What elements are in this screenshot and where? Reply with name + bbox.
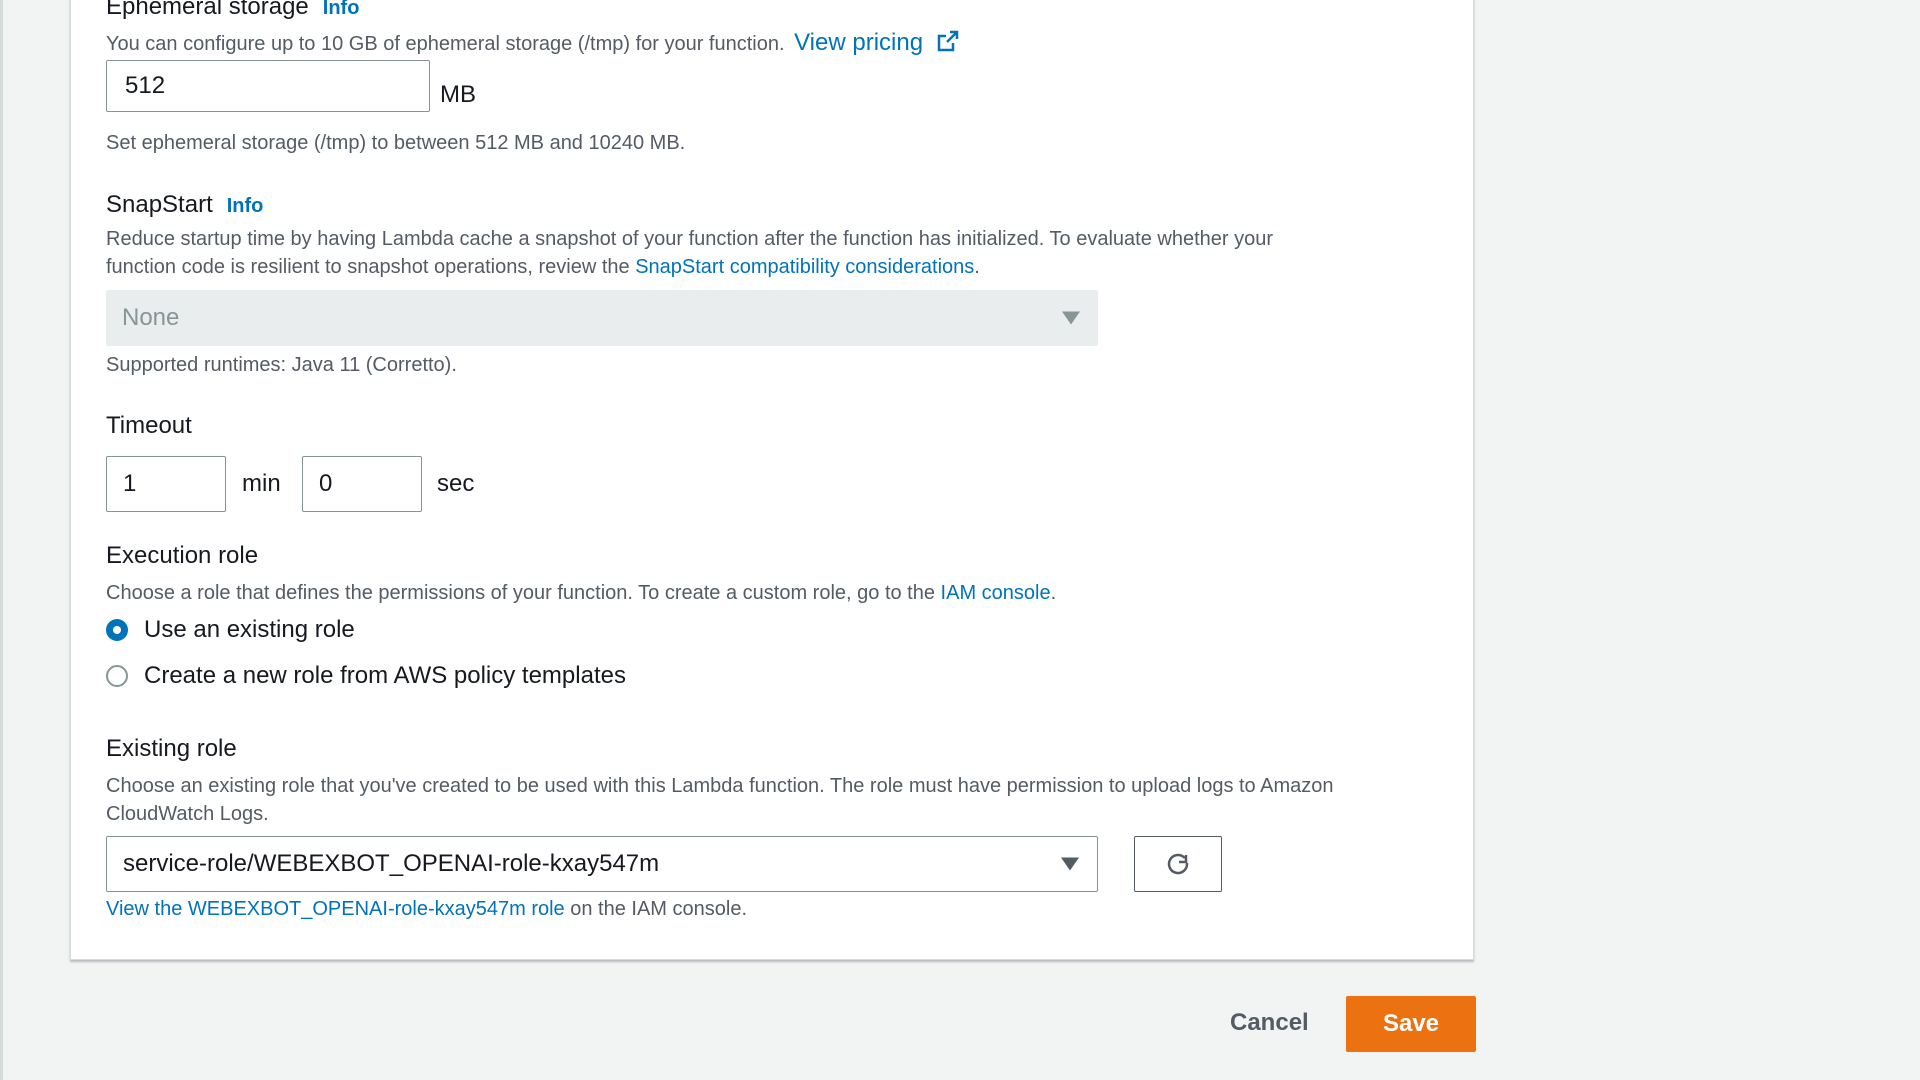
snapstart-heading: SnapStart Info: [106, 191, 263, 219]
execution-role-description: Choose a role that defines the permissio…: [106, 579, 1056, 607]
configuration-panel: Ephemeral storage Info You can configure …: [70, 0, 1474, 960]
snapstart-select[interactable]: None: [106, 290, 1098, 346]
snapstart-label: SnapStart: [106, 191, 213, 218]
view-role-line: View the WEBEXBOT_OPENAI-role-kxay547m r…: [106, 895, 747, 923]
ephemeral-unit: MB: [440, 81, 476, 108]
snapstart-select-value: None: [122, 304, 180, 331]
view-role-suffix: on the IAM console.: [570, 898, 748, 920]
snapstart-desc-suffix: .: [974, 256, 980, 278]
ephemeral-storage-label: Ephemeral storage: [106, 0, 309, 20]
timeout-min-unit: min: [242, 470, 281, 497]
radio-unselected-icon[interactable]: [106, 665, 128, 687]
ephemeral-storage-heading: Ephemeral storage Info: [106, 0, 359, 21]
snapstart-description: Reduce startup time by having Lambda cac…: [106, 225, 1446, 281]
existing-role-description: Choose an existing role that you've crea…: [106, 772, 1466, 828]
view-pricing-link[interactable]: View pricing: [794, 29, 960, 56]
left-border: [0, 0, 3, 1080]
existing-role-desc-line1: Choose an existing role that you've crea…: [106, 775, 1334, 797]
ephemeral-info-link[interactable]: Info: [323, 0, 360, 19]
save-button[interactable]: Save: [1346, 996, 1476, 1052]
ephemeral-storage-description: You can configure up to 10 GB of ephemer…: [106, 29, 960, 58]
view-role-link[interactable]: View the WEBEXBOT_OPENAI-role-kxay547m r…: [106, 898, 565, 920]
snapstart-compatibility-link[interactable]: SnapStart compatibility considerations: [635, 256, 974, 278]
radio-create-new-role-label: Create a new role from AWS policy templa…: [144, 662, 626, 689]
existing-role-select-value: service-role/WEBEXBOT_OPENAI-role-kxay54…: [123, 850, 660, 877]
execution-role-desc-prefix: Choose a role that defines the permissio…: [106, 582, 935, 604]
snapstart-desc-prefix: function code is resilient to snapshot o…: [106, 256, 630, 278]
timeout-sec-input[interactable]: [302, 456, 422, 512]
ephemeral-storage-hint: Set ephemeral storage (/tmp) to between …: [106, 132, 686, 154]
existing-role-label: Existing role: [106, 735, 237, 762]
caret-down-icon: [1061, 857, 1079, 871]
view-pricing-label: View pricing: [794, 29, 924, 56]
iam-console-link[interactable]: IAM console: [941, 582, 1051, 604]
cancel-button[interactable]: Cancel: [1230, 1009, 1309, 1037]
snapstart-info-link[interactable]: Info: [227, 195, 264, 217]
radio-create-new-role[interactable]: Create a new role from AWS policy templa…: [106, 662, 626, 690]
existing-role-select[interactable]: service-role/WEBEXBOT_OPENAI-role-kxay54…: [106, 836, 1098, 892]
external-link-icon: [937, 30, 958, 52]
timeout-min-input[interactable]: [106, 456, 226, 512]
execution-role-desc-suffix: .: [1050, 582, 1057, 604]
caret-down-icon: [1062, 311, 1080, 325]
ephemeral-desc-text: You can configure up to 10 GB of ephemer…: [106, 33, 785, 55]
execution-role-label: Execution role: [106, 542, 259, 569]
timeout-label: Timeout: [106, 412, 192, 439]
snapstart-desc-line1: Reduce startup time by having Lambda cac…: [106, 228, 1274, 250]
existing-role-desc-line2: CloudWatch Logs.: [106, 803, 269, 825]
refresh-icon: [1167, 853, 1189, 875]
snapstart-hint: Supported runtimes: Java 11 (Corretto).: [106, 354, 457, 376]
timeout-sec-unit: sec: [437, 470, 475, 497]
ephemeral-storage-input[interactable]: [106, 60, 430, 112]
refresh-roles-button[interactable]: [1134, 836, 1222, 892]
snapstart-desc-line2: function code is resilient to snapshot o…: [106, 253, 1446, 281]
radio-use-existing-role[interactable]: Use an existing role: [106, 616, 355, 644]
radio-selected-icon[interactable]: [106, 619, 128, 641]
radio-use-existing-role-label: Use an existing role: [144, 616, 355, 643]
